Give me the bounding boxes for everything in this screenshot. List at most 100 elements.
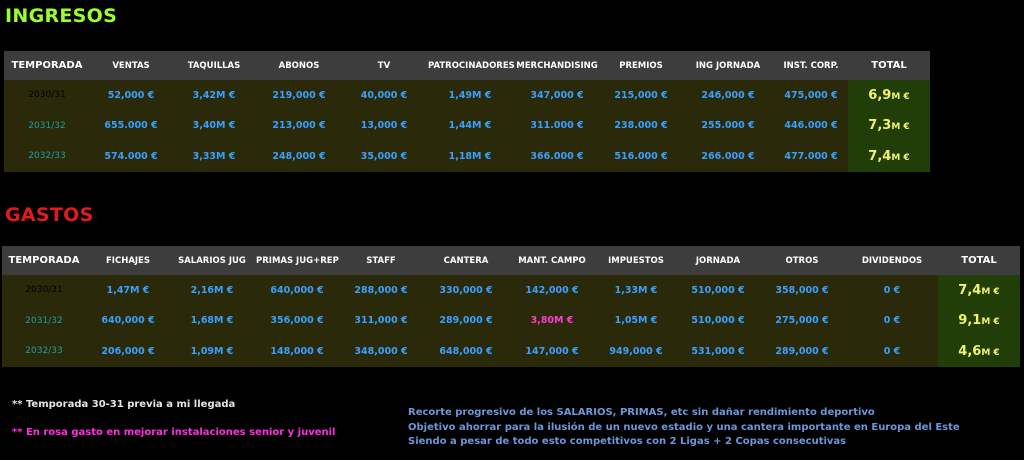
value-cell: 347,000 €	[514, 80, 600, 111]
value-cell: 206,000 €	[86, 336, 170, 367]
value-cell: 215,000 €	[600, 80, 682, 111]
value-cell: 0 €	[846, 275, 938, 306]
value-cell: 648,000 €	[422, 336, 510, 367]
value-cell: 446.000 €	[774, 110, 848, 141]
season-cell: 2030/31	[2, 275, 86, 306]
total-value: 4,6	[958, 343, 982, 359]
total-unit: M €	[891, 122, 910, 133]
column-header: TEMPORADA	[2, 246, 86, 275]
income-header-row: TEMPORADA VENTAS TAQUILLAS ABONOS TV PATROCIN…	[4, 51, 930, 80]
value-cell: 219,000 €	[256, 80, 342, 111]
table-row: 2032/33 574.000 €3,33M €248,000 €35,000 €…	[4, 141, 930, 172]
column-header: PREMIOS	[600, 51, 682, 80]
value-cell: 1,68M €	[170, 305, 254, 336]
value-cell: 640,000 €	[254, 275, 340, 306]
column-header: TOTAL	[938, 246, 1020, 275]
value-cell: 356,000 €	[254, 305, 340, 336]
column-header: ING JORNADA	[682, 51, 774, 80]
value-cell: 40,000 €	[342, 80, 426, 111]
table-row: 2031/32 640,000 €1,68M €356,000 €311,000 …	[2, 305, 1020, 336]
value-cell: 213,000 €	[256, 110, 342, 141]
value-cell: 366.000 €	[514, 141, 600, 172]
value-cell: 531,000 €	[678, 336, 758, 367]
total-cell: 4,6M €	[938, 336, 1020, 367]
total-unit: M €	[981, 317, 1000, 328]
column-header: MANT. CAMPO	[510, 246, 594, 275]
value-cell: 0 €	[846, 305, 938, 336]
season-cell: 2032/33	[2, 336, 86, 367]
value-cell: 3,42M €	[172, 80, 256, 111]
column-header: TAQUILLAS	[172, 51, 256, 80]
previous-season-note: ** Temporada 30-31 previa a mi llegada	[12, 399, 236, 410]
income-section-title: INGRESOS	[5, 5, 118, 27]
value-cell: 1,47M €	[86, 275, 170, 306]
total-cell: 7,3M €	[848, 110, 930, 141]
expenses-header-row: TEMPORADA FICHAJES SALARIOS JUG PRIMAS JUG+…	[2, 246, 1020, 275]
column-header: CANTERA	[422, 246, 510, 275]
expenses-body: 2030/31 1,47M €2,16M €640,000 €288,000 €3…	[2, 275, 1020, 367]
value-cell: 949,000 €	[594, 336, 678, 367]
value-cell: 3,33M €	[172, 141, 256, 172]
total-unit: M €	[891, 152, 910, 163]
value-cell: 1,33M €	[594, 275, 678, 306]
value-cell: 510,000 €	[678, 275, 758, 306]
value-cell: 3,80M €	[510, 305, 594, 336]
value-cell: 147,000 €	[510, 336, 594, 367]
value-cell: 3,40M €	[172, 110, 256, 141]
value-cell: 510,000 €	[678, 305, 758, 336]
table-row: 2031/32 655.000 €3,40M €213,000 €13,000 €…	[4, 110, 930, 141]
value-cell: 1,09M €	[170, 336, 254, 367]
total-cell: 6,9M €	[848, 80, 930, 111]
value-cell: 1,18M €	[426, 141, 514, 172]
value-cell: 52,000 €	[90, 80, 172, 111]
column-header: INST. CORP.	[774, 51, 848, 80]
value-cell: 248,000 €	[256, 141, 342, 172]
value-cell: 148,000 €	[254, 336, 340, 367]
value-cell: 358,000 €	[758, 275, 846, 306]
value-cell: 655.000 €	[90, 110, 172, 141]
value-cell: 311.000 €	[514, 110, 600, 141]
value-cell: 246,000 €	[682, 80, 774, 111]
season-cell: 2031/32	[2, 305, 86, 336]
column-header: JORNADA	[678, 246, 758, 275]
column-header: TEMPORADA	[4, 51, 90, 80]
value-cell: 640,000 €	[86, 305, 170, 336]
value-cell: 288,000 €	[340, 275, 422, 306]
expenses-table: TEMPORADA FICHAJES SALARIOS JUG PRIMAS JUG+…	[2, 246, 1020, 367]
table-row: 2030/31 52,000 €3,42M €219,000 €40,000 €1…	[4, 80, 930, 111]
summary-line: Siendo a pesar de todo esto competitivos…	[408, 436, 847, 447]
season-cell: 2031/32	[4, 110, 90, 141]
value-cell: 255.000 €	[682, 110, 774, 141]
value-cell: 1,49M €	[426, 80, 514, 111]
value-cell: 311,000 €	[340, 305, 422, 336]
season-cell: 2032/33	[4, 141, 90, 172]
column-header: VENTAS	[90, 51, 172, 80]
value-cell: 1,05M €	[594, 305, 678, 336]
column-header: PRIMAS JUG+REP	[254, 246, 340, 275]
column-header: STAFF	[340, 246, 422, 275]
pink-expense-note: ** En rosa gasto en mejorar instalacione…	[12, 427, 336, 438]
total-value: 7,4	[958, 282, 982, 298]
column-header: TOTAL	[848, 51, 930, 80]
column-header: FICHAJES	[86, 246, 170, 275]
value-cell: 477.000 €	[774, 141, 848, 172]
total-cell: 7,4M €	[938, 275, 1020, 306]
value-cell: 35,000 €	[342, 141, 426, 172]
total-cell: 9,1M €	[938, 305, 1020, 336]
value-cell: 574.000 €	[90, 141, 172, 172]
summary-line: Recorte progresivo de los SALARIOS, PRIM…	[408, 407, 875, 418]
total-value: 6,9	[868, 87, 892, 103]
table-row: 2032/33 206,000 €1,09M €148,000 €348,000 …	[2, 336, 1020, 367]
value-cell: 1,44M €	[426, 110, 514, 141]
expenses-section-title: GASTOS	[5, 204, 94, 226]
value-cell: 516.000 €	[600, 141, 682, 172]
column-header: PATROCINADORES	[426, 51, 515, 80]
value-cell: 289,000 €	[422, 305, 510, 336]
value-cell: 475,000 €	[774, 80, 848, 111]
column-header: DIVIDENDOS	[846, 246, 938, 275]
total-unit: M €	[981, 347, 1000, 358]
value-cell: 13,000 €	[342, 110, 426, 141]
column-header: SALARIOS JUG	[170, 246, 254, 275]
total-unit: M €	[891, 91, 910, 102]
column-header: ABONOS	[256, 51, 342, 80]
